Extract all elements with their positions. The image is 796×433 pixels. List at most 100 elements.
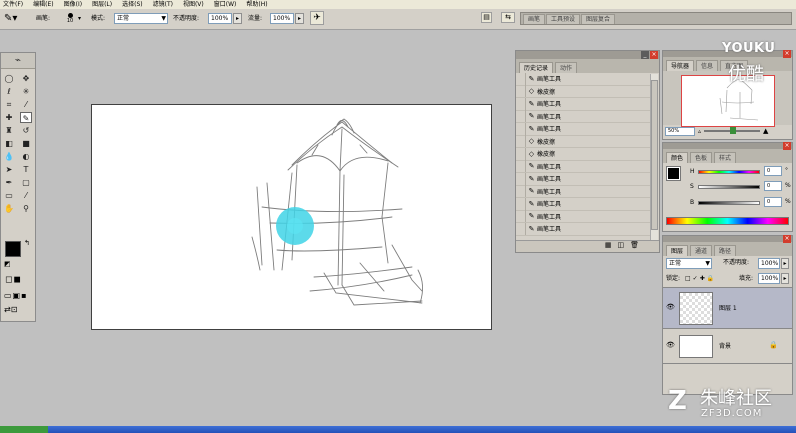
close-icon[interactable]: × [783, 235, 791, 243]
history-item[interactable]: ✎ 画笔工具 [516, 222, 650, 236]
brush-tool-preset-icon[interactable]: ✎▾ [4, 13, 17, 24]
flow-input[interactable]: 100% [270, 13, 294, 24]
eraser-tool-icon[interactable]: ◧ [3, 138, 15, 149]
menu-select[interactable]: 选择(S) [122, 0, 143, 9]
history-source-checkbox[interactable] [516, 160, 526, 173]
history-source-checkbox[interactable] [516, 147, 526, 160]
zoom-tool-icon[interactable]: ⚲ [20, 203, 32, 214]
magic-wand-tool-icon[interactable]: ✳ [20, 86, 32, 97]
default-colors-icon[interactable]: ◩ [4, 260, 11, 268]
tab-styles[interactable]: 样式 [714, 152, 737, 163]
menu-file[interactable]: 文件(F) [3, 0, 23, 9]
menu-window[interactable]: 窗口(W) [214, 0, 237, 9]
menu-filter[interactable]: 滤镜(T) [153, 0, 173, 9]
scrollbar-thumb[interactable] [651, 80, 658, 230]
lasso-tool-icon[interactable]: ℓ [3, 86, 15, 97]
history-item[interactable]: ✎ 画笔工具 [516, 197, 650, 211]
menu-image[interactable]: 图像(I) [64, 0, 82, 9]
fill-arrow[interactable]: ▸ [781, 273, 789, 284]
dock-toggle-icon[interactable]: ⇆ [501, 12, 515, 23]
history-item[interactable]: ✎ 画笔工具 [516, 172, 650, 186]
history-source-checkbox[interactable] [516, 197, 526, 210]
brush-dropdown-icon[interactable]: ▾ [78, 14, 81, 24]
pen-tool-icon[interactable]: ✒ [3, 177, 15, 188]
history-source-checkbox[interactable] [516, 135, 526, 148]
close-icon[interactable]: × [783, 142, 791, 150]
hue-input[interactable]: 0 [764, 166, 782, 176]
new-snapshot-icon[interactable]: ◫ [617, 241, 630, 249]
new-document-icon[interactable]: ▦ [605, 241, 618, 249]
start-button[interactable] [0, 426, 48, 433]
saturation-input[interactable]: 0 [764, 181, 782, 191]
zoom-slider-thumb[interactable] [730, 127, 737, 134]
history-source-checkbox[interactable] [516, 210, 526, 223]
opacity-arrow-button[interactable]: ▸ [233, 13, 242, 24]
type-tool-icon[interactable]: T [20, 164, 32, 175]
mode-select[interactable]: 正常 ▼ [114, 13, 168, 24]
well-tab-layer-comps[interactable]: 图层复合 [581, 14, 616, 24]
blur-tool-icon[interactable]: 💧 [3, 151, 15, 162]
history-source-checkbox[interactable] [516, 185, 526, 198]
history-item[interactable]: ✎ 画笔工具 [516, 73, 650, 86]
zoom-out-icon[interactable]: ▵ [698, 128, 701, 135]
history-item[interactable]: ✎ 画笔工具 [516, 97, 650, 111]
file-browser-icon[interactable]: ▤ [481, 12, 492, 23]
notes-tool-icon[interactable]: ▭ [3, 190, 15, 201]
dodge-tool-icon[interactable]: ◐ [20, 151, 32, 162]
quick-mask-icon[interactable]: ◻◼ [5, 275, 22, 285]
close-icon[interactable]: × [650, 51, 658, 59]
close-icon[interactable]: × [783, 50, 791, 58]
menu-view[interactable]: 视图(V) [183, 0, 204, 9]
layer-name[interactable]: 背景 [719, 342, 731, 352]
move-tool-icon[interactable]: ✥ [20, 73, 32, 84]
eye-icon[interactable]: 👁 [666, 341, 675, 349]
history-source-checkbox[interactable] [516, 85, 526, 98]
eyedropper-tool-icon[interactable]: ⁄ [20, 190, 32, 201]
eye-icon[interactable]: 👁 [666, 303, 675, 311]
brightness-slider[interactable] [698, 201, 760, 205]
history-item[interactable]: ✎ 画笔工具 [516, 110, 650, 123]
lock-icons[interactable]: □✓✚🔒 [685, 274, 716, 284]
jump-to-imageready-icon[interactable]: ⇄⊡ [4, 305, 17, 314]
history-item[interactable]: ✎ 画笔工具 [516, 210, 650, 223]
brush-tool-icon[interactable]: ✎ [20, 112, 32, 123]
well-tab-brushes[interactable]: 画笔 [523, 14, 546, 24]
tab-layers[interactable]: 图层 [666, 245, 689, 256]
clone-stamp-tool-icon[interactable]: ♜ [3, 125, 15, 136]
crop-tool-icon[interactable]: ⌗ [3, 99, 15, 110]
history-source-checkbox[interactable] [516, 222, 526, 235]
tab-navigator[interactable]: 导航器 [666, 60, 695, 71]
swap-colors-icon[interactable]: ↰ [24, 239, 30, 247]
tab-swatches[interactable]: 色板 [690, 152, 713, 163]
layer-name[interactable]: 图层 1 [719, 304, 737, 314]
screen-mode-icon[interactable]: ▭▣▪ [4, 291, 28, 300]
zoom-slider[interactable] [704, 127, 761, 134]
trash-icon[interactable]: 🗑 [630, 241, 645, 249]
tab-actions[interactable]: 动作 [555, 62, 578, 73]
layer-opacity-input[interactable]: 100% [758, 258, 780, 269]
tab-channels[interactable]: 通道 [690, 245, 713, 256]
zoom-in-icon[interactable]: ▲ [763, 127, 768, 135]
history-item[interactable]: ◇ 橡皮擦 [516, 85, 650, 98]
document-canvas[interactable] [91, 104, 492, 330]
history-item[interactable]: ✎ 画笔工具 [516, 185, 650, 198]
path-selection-tool-icon[interactable]: ➤ [3, 164, 15, 175]
marquee-tool-icon[interactable]: ◯ [3, 73, 15, 84]
history-source-checkbox[interactable] [516, 73, 526, 85]
history-item[interactable]: ✎ 画笔工具 [516, 160, 650, 173]
foreground-color-swatch[interactable] [5, 241, 21, 257]
history-source-checkbox[interactable] [516, 172, 526, 185]
history-scrollbar[interactable] [650, 74, 658, 240]
history-item[interactable]: ◇ 橡皮擦 [516, 135, 650, 148]
hand-tool-icon[interactable]: ✋ [3, 203, 15, 214]
well-tab-tool-presets[interactable]: 工具预设 [546, 14, 581, 24]
color-foreground-swatch[interactable] [666, 166, 681, 181]
brush-picker[interactable]: 10 [63, 12, 77, 26]
fill-input[interactable]: 100% [758, 273, 780, 284]
brightness-input[interactable]: 0 [764, 197, 782, 207]
flow-arrow-button[interactable]: ▸ [295, 13, 304, 24]
healing-brush-tool-icon[interactable]: ✚ [3, 112, 15, 123]
tab-history[interactable]: 历史记录 [519, 62, 554, 73]
history-item[interactable]: ◇ 橡皮擦 [516, 147, 650, 161]
history-source-checkbox[interactable] [516, 122, 526, 135]
